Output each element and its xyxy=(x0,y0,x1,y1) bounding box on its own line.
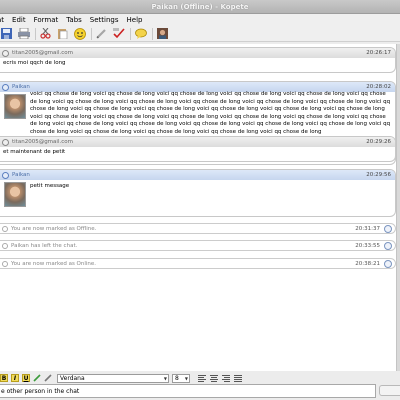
align-left-icon[interactable] xyxy=(198,374,206,382)
chevron-down-icon: ▼ xyxy=(184,375,188,381)
user-icon xyxy=(2,171,9,179)
status-message: Paikan has left the chat. 20:33:55 xyxy=(0,240,396,251)
font-family-value: Verdana xyxy=(60,374,85,382)
menu-edit[interactable]: Edit xyxy=(12,16,26,24)
message-text: et maintenant de petit xyxy=(3,149,66,155)
message-sender[interactable]: titan2005@gmail.com xyxy=(12,50,73,56)
message-input-text: e other person in the chat xyxy=(1,387,80,395)
message-time: 20:26:17 xyxy=(366,50,391,56)
bold-icon[interactable]: B xyxy=(0,374,8,382)
format-toolbar: B I U Verdana ▼ 8 ▼ xyxy=(0,372,400,384)
font-size-select[interactable]: 8 ▼ xyxy=(172,373,190,383)
message-text: voici qq chose de long voici qq chose de… xyxy=(30,91,391,135)
save-icon[interactable] xyxy=(0,27,13,40)
menu-help[interactable]: Help xyxy=(127,16,143,24)
status-message: You are now marked as Online. 20:38:21 xyxy=(0,258,396,269)
status-icon xyxy=(2,260,8,267)
smiley-icon[interactable] xyxy=(73,27,86,40)
align-right-icon[interactable] xyxy=(222,374,230,382)
print-icon[interactable] xyxy=(17,27,30,40)
cut-icon[interactable] xyxy=(39,27,52,40)
user-icon xyxy=(2,49,9,57)
paste-icon[interactable] xyxy=(56,27,69,40)
chevron-down-icon: ▼ xyxy=(163,375,167,381)
message-text: ecris moi qqch de long xyxy=(3,60,66,66)
message-sender[interactable]: Paikan xyxy=(12,172,30,178)
window-titlebar[interactable]: Paikan (Offline) - Kopete xyxy=(0,0,400,14)
menu-settings[interactable]: Settings xyxy=(90,16,119,24)
status-time: 20:38:21 xyxy=(355,260,380,267)
status-text: Paikan has left the chat. xyxy=(11,242,78,249)
spellcheck-icon[interactable] xyxy=(112,27,125,40)
kopete-icon xyxy=(384,259,392,268)
send-button[interactable] xyxy=(379,385,400,396)
message-header: titan2005@gmail.com 20:29:26 xyxy=(0,137,395,147)
message-sender[interactable]: Paikan xyxy=(12,84,30,90)
message-header: titan2005@gmail.com 20:26:17 xyxy=(0,48,395,58)
status-icon xyxy=(2,225,8,232)
message-text: petit message xyxy=(30,183,70,189)
user-icon xyxy=(2,83,9,91)
status-message: You are now marked as Offline. 20:31:37 xyxy=(0,223,396,234)
kopete-icon xyxy=(384,224,392,233)
message-time: 20:29:56 xyxy=(366,172,391,178)
speech-bubble-icon[interactable] xyxy=(134,27,147,40)
contact-photo-icon[interactable] xyxy=(156,27,169,40)
italic-icon[interactable]: I xyxy=(11,374,19,382)
message-time: 20:29:26 xyxy=(366,139,391,145)
message-input[interactable]: e other person in the chat xyxy=(0,384,376,398)
align-justify-icon[interactable] xyxy=(234,374,242,382)
align-center-icon[interactable] xyxy=(210,374,218,382)
avatar xyxy=(4,182,26,207)
chat-view[interactable]: titan2005@gmail.com 20:26:17 ecris moi q… xyxy=(0,44,397,371)
status-icon xyxy=(2,242,8,249)
toolbar-separator xyxy=(35,27,36,40)
menu-chat[interactable]: at xyxy=(0,16,4,24)
status-time: 20:33:55 xyxy=(355,242,380,249)
toolbar-separator xyxy=(130,27,131,40)
pencil-icon[interactable] xyxy=(95,27,108,40)
chat-message: titan2005@gmail.com 20:26:17 ecris moi q… xyxy=(0,47,396,73)
message-header: Paikan 20:29:56 xyxy=(0,170,395,180)
font-family-select[interactable]: Verdana ▼ xyxy=(57,373,169,383)
menu-bar: at Edit Format Tabs Settings Help xyxy=(0,14,400,26)
kopete-icon xyxy=(384,241,392,250)
user-icon xyxy=(2,138,9,146)
message-sender[interactable]: titan2005@gmail.com xyxy=(12,139,73,145)
chat-message: titan2005@gmail.com 20:29:26 et maintena… xyxy=(0,136,396,162)
underline-icon[interactable]: U xyxy=(22,374,30,382)
background-color-icon[interactable] xyxy=(44,374,52,382)
text-color-icon[interactable] xyxy=(33,374,41,382)
font-size-value: 8 xyxy=(175,374,179,382)
menu-tabs[interactable]: Tabs xyxy=(66,16,82,24)
window-title: Paikan (Offline) - Kopete xyxy=(151,2,249,11)
toolbar-separator xyxy=(91,27,92,40)
message-time: 20:28:02 xyxy=(366,84,391,90)
chat-message: Paikan 20:29:56 petit message xyxy=(0,169,396,217)
avatar xyxy=(4,94,26,119)
status-time: 20:31:37 xyxy=(355,225,380,232)
main-toolbar xyxy=(0,26,400,42)
toolbar-separator xyxy=(152,27,153,40)
menu-format[interactable]: Format xyxy=(34,16,59,24)
status-text: You are now marked as Offline. xyxy=(11,225,97,232)
status-text: You are now marked as Online. xyxy=(11,260,97,267)
